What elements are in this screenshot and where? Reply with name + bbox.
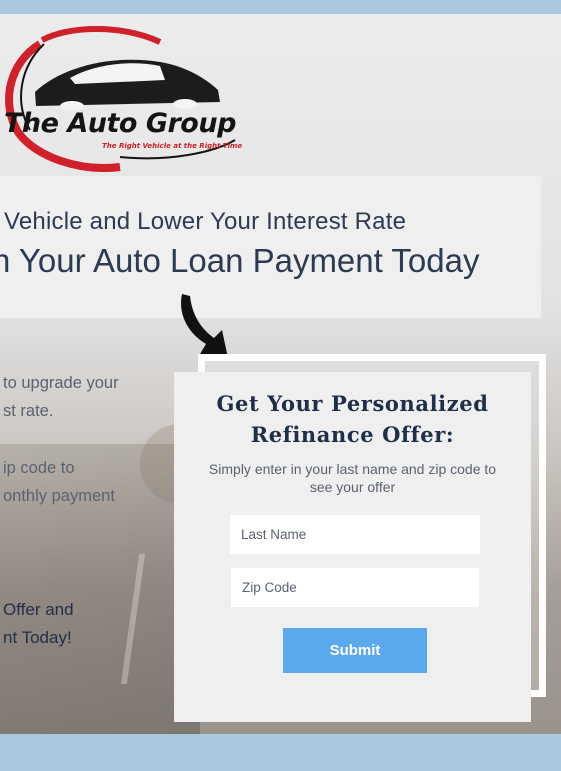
left-copy-line: onthly payment [3,487,115,505]
landing-page: The Auto Group The Right Vehicle at the … [0,14,561,734]
left-copy-block-2: ip code to onthly payment [3,454,115,510]
left-copy-block-1: to upgrade your st rate. [3,369,119,425]
form-title-line-2: Refinance Offer: [250,422,455,447]
zip-code-placeholder: Zip Code [242,580,297,595]
left-copy-line: Offer and [3,600,74,619]
left-copy-line: ip code to [3,459,75,477]
headline-banner: Vehicle and Lower Your Interest Rate n Y… [0,176,541,318]
form-title-line-1: Get Your Personalized [216,391,489,416]
left-copy-line: nt Today! [3,628,72,647]
headline-subheading: Vehicle and Lower Your Interest Rate [4,208,407,235]
left-copy-line: st rate. [3,402,54,420]
form-title: Get Your Personalized Refinance Offer: [174,388,531,450]
headline-heading: n Your Auto Loan Payment Today [0,242,480,279]
form-subtitle: Simply enter in your last name and zip c… [208,461,497,495]
submit-button[interactable]: Submit [283,628,427,673]
logo-tagline: The Right Vehicle at the Right Time [102,142,243,150]
zip-code-input[interactable]: Zip Code [231,568,479,607]
brand-logo[interactable]: The Auto Group The Right Vehicle at the … [0,22,290,172]
refinance-form: Get Your Personalized Refinance Offer: S… [174,372,531,722]
left-copy-block-3: Offer and nt Today! [3,596,74,652]
left-copy-line: to upgrade your [3,374,119,392]
logo-wordmark: The Auto Group [4,108,236,139]
last-name-placeholder: Last Name [241,527,307,542]
last-name-input[interactable]: Last Name [230,515,480,554]
